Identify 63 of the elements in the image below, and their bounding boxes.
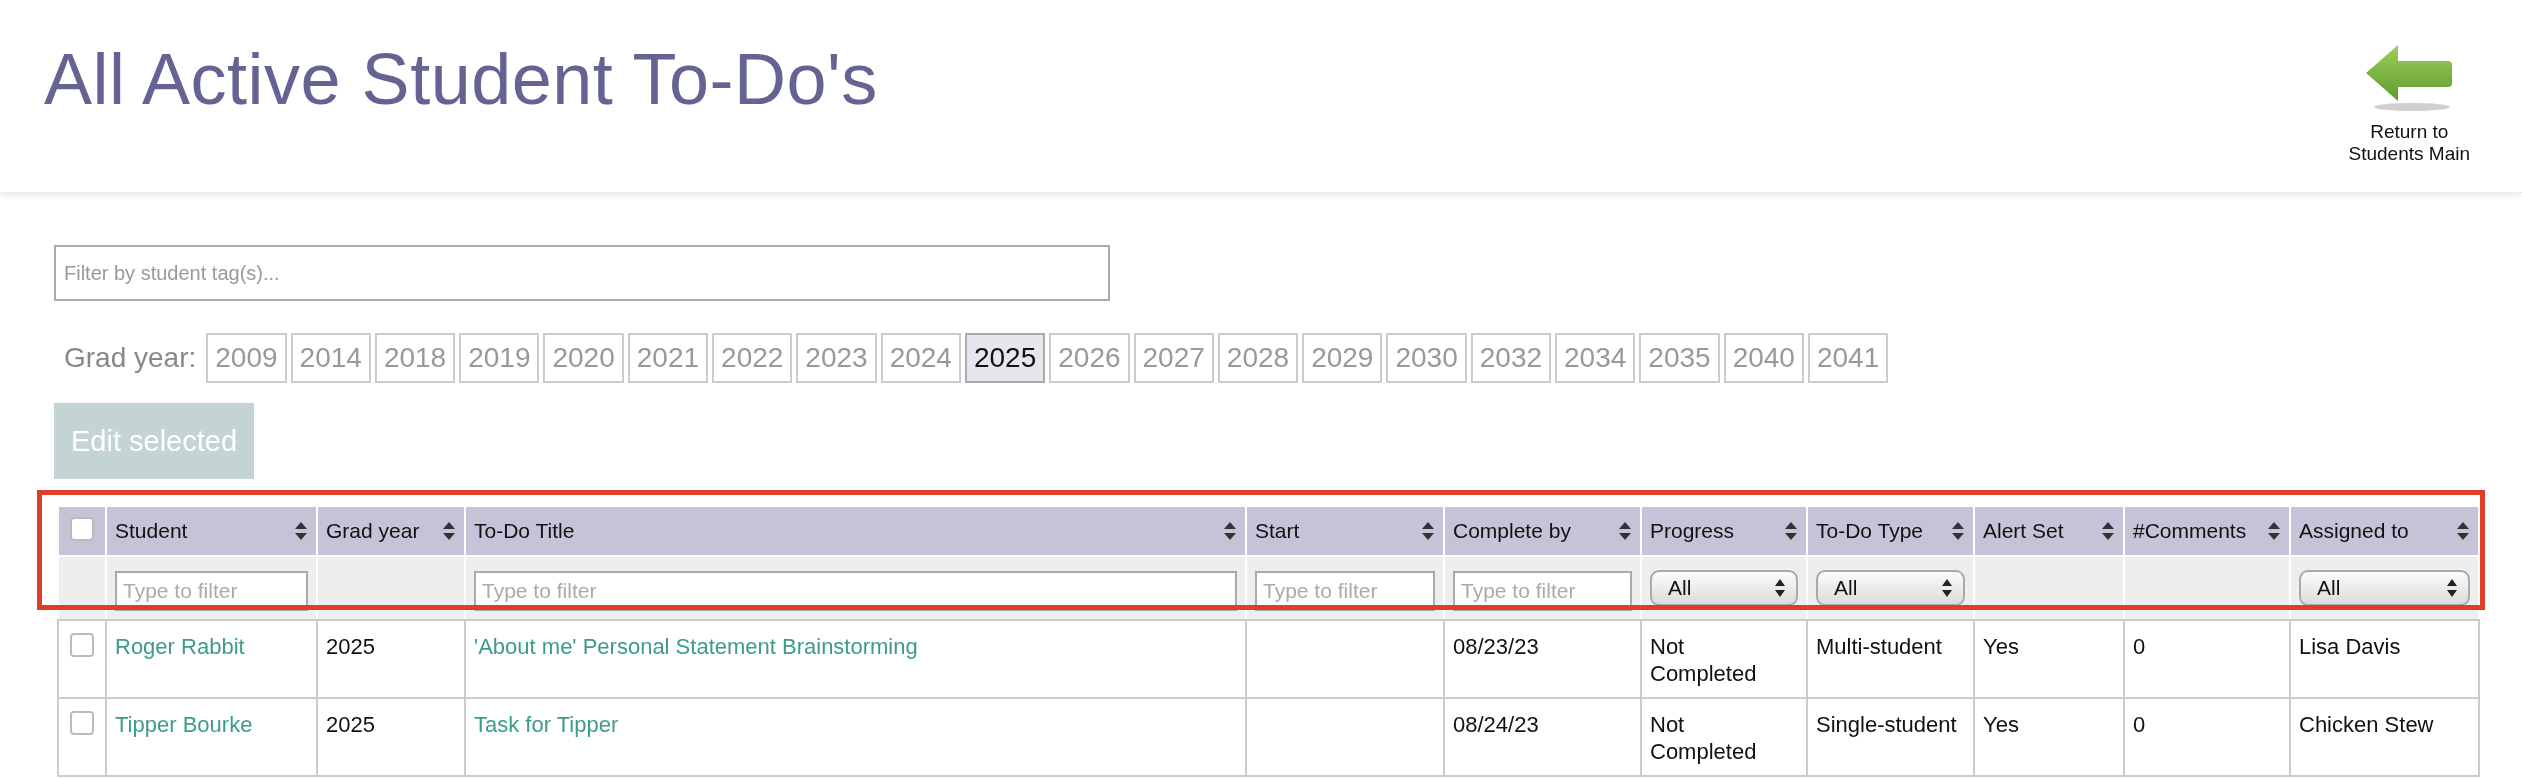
- table-cell: Lisa Davis: [2299, 633, 2401, 660]
- year-button[interactable]: 2026: [1049, 333, 1130, 383]
- table-cell: Yes: [1983, 711, 2019, 738]
- year-button[interactable]: 2024: [880, 333, 961, 383]
- sort-icon[interactable]: [442, 521, 456, 541]
- year-button[interactable]: 2019: [459, 333, 540, 383]
- year-button[interactable]: 2029: [1302, 333, 1383, 383]
- grad-year-label: Grad year:: [64, 342, 197, 374]
- year-button[interactable]: 2009: [206, 333, 287, 383]
- year-button[interactable]: 2023: [796, 333, 877, 383]
- row-checkbox[interactable]: [70, 711, 94, 735]
- year-button[interactable]: 2030: [1386, 333, 1467, 383]
- year-button[interactable]: 2028: [1217, 333, 1299, 383]
- column-header[interactable]: Start: [1255, 519, 1300, 543]
- table-link[interactable]: 'About me' Personal Statement Brainstorming: [474, 633, 918, 660]
- year-button[interactable]: 2032: [1470, 333, 1552, 383]
- year-button[interactable]: 2018: [374, 333, 456, 383]
- year-button[interactable]: 2041: [1807, 333, 1889, 383]
- column-filter-select[interactable]: All: [2299, 570, 2470, 606]
- updown-icon: [1774, 578, 1786, 598]
- sort-icon[interactable]: [1618, 521, 1632, 541]
- year-button[interactable]: 2025: [964, 333, 1046, 383]
- return-link[interactable]: Return to Students Main: [2348, 41, 2470, 165]
- sort-icon[interactable]: [2456, 521, 2470, 541]
- sort-icon[interactable]: [1951, 521, 1965, 541]
- select-all-checkbox[interactable]: [70, 516, 94, 541]
- year-button[interactable]: 2027: [1133, 333, 1214, 383]
- table-cell: Multi-student: [1816, 633, 1942, 660]
- table-cell-text: Not Completed: [1650, 633, 1758, 687]
- year-button[interactable]: 2014: [290, 333, 371, 383]
- sort-icon[interactable]: [1784, 521, 1798, 541]
- table-cell: 0: [2133, 711, 2146, 738]
- year-button[interactable]: 2034: [1555, 333, 1636, 383]
- table-cell: 0: [2133, 633, 2146, 660]
- row-checkbox[interactable]: [70, 633, 94, 657]
- sort-icon[interactable]: [2267, 521, 2281, 541]
- column-filter-select[interactable]: All: [1816, 570, 1965, 606]
- column-header[interactable]: To-Do Title: [474, 519, 575, 543]
- table-cell: 08/23/23: [1453, 633, 1539, 660]
- page-title: All Active Student To-Do's: [44, 38, 878, 120]
- updown-icon: [2446, 578, 2458, 598]
- table-cell: 08/24/23: [1453, 711, 1539, 738]
- column-filter-select[interactable]: All: [1650, 570, 1798, 606]
- table-cell: 2025: [326, 711, 375, 738]
- sort-icon[interactable]: [1421, 521, 1435, 541]
- table-cell: 2025: [326, 633, 375, 660]
- table-cell: Chicken Stew: [2299, 711, 2434, 738]
- year-button[interactable]: 2040: [1723, 333, 1804, 383]
- table-link[interactable]: Task for Tipper: [474, 711, 619, 738]
- year-button[interactable]: 2022: [712, 333, 793, 383]
- sort-icon[interactable]: [1223, 521, 1237, 541]
- tag-filter-field[interactable]: Filter by student tag(s)...: [54, 245, 1110, 301]
- return-label: Return to Students Main: [2348, 121, 2470, 165]
- table-cell-text: Not Completed: [1650, 711, 1758, 765]
- year-button[interactable]: 2035: [1639, 333, 1720, 383]
- updown-icon: [1941, 578, 1953, 598]
- column-header[interactable]: Student: [115, 519, 188, 543]
- year-button[interactable]: 2021: [627, 333, 709, 383]
- sort-icon[interactable]: [2101, 521, 2115, 541]
- year-button[interactable]: 2020: [543, 333, 624, 383]
- table-cell: Yes: [1983, 633, 2019, 660]
- table-cell: Single-student: [1816, 711, 1957, 738]
- sort-icon[interactable]: [294, 521, 308, 541]
